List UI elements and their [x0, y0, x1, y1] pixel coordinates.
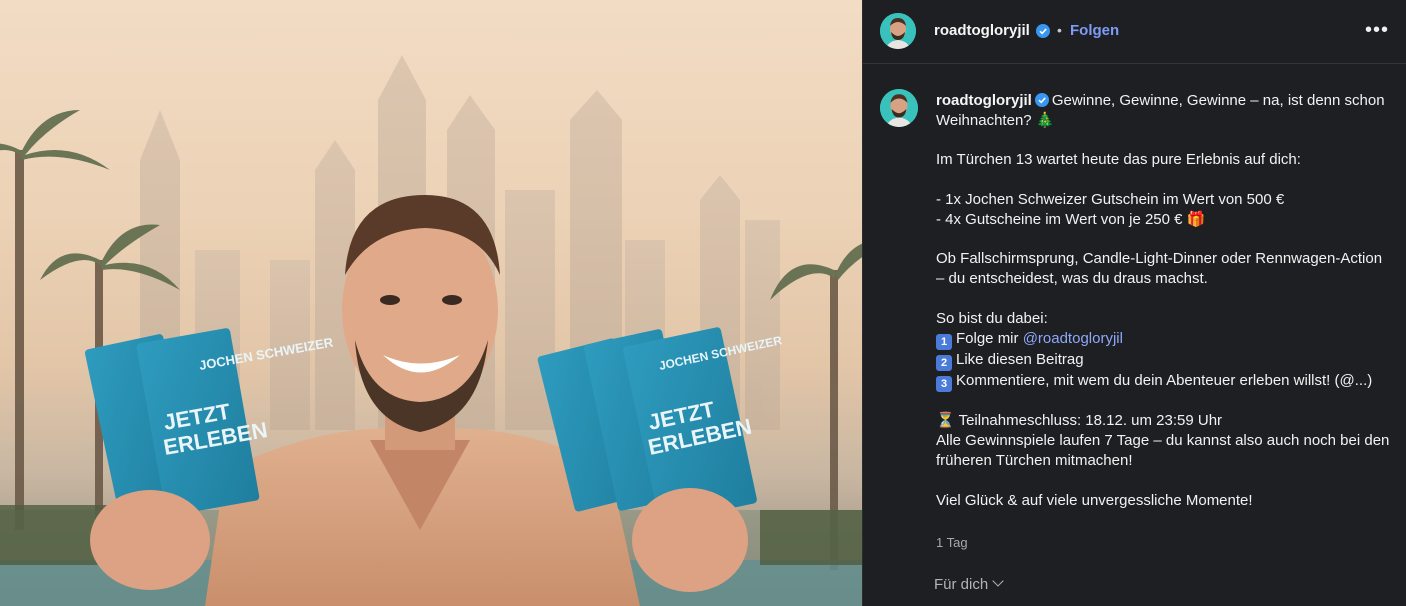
- step-3-text: Kommentiere, mit wem du dein Abenteuer e…: [956, 371, 1373, 389]
- for-you-dropdown[interactable]: Für dich: [934, 575, 1004, 593]
- caption-line-experiences: Ob Fallschirmsprung, Candle-Light-Dinner…: [936, 250, 1383, 288]
- post-timestamp[interactable]: 1 Tag: [936, 535, 968, 550]
- caption-step-3: 3 Kommentiere, mit wem du dein Abenteuer …: [936, 371, 1392, 392]
- avatar-image: [880, 13, 916, 49]
- step-1-text: Folge mir: [956, 329, 1023, 347]
- caption-avatar-image: [880, 89, 918, 127]
- follow-button[interactable]: Folgen: [1070, 22, 1119, 39]
- avatar[interactable]: [880, 13, 916, 49]
- caption-deadline: ⏳ Teilnahmeschluss: 18.12. um 23:59 Uhr: [936, 412, 1223, 430]
- caption-line-howto: So bist du dabei:: [936, 309, 1048, 327]
- for-you-label: Für dich: [934, 576, 989, 593]
- caption-prize-2: - 4x Gutscheine im Wert von je 250 € 🎁: [936, 210, 1206, 228]
- separator-dot: •: [1057, 22, 1062, 38]
- verified-badge-icon: [1036, 24, 1050, 38]
- number-1-icon: 1: [936, 333, 952, 350]
- post-image[interactable]: JOCHEN SCHWEIZER JETZT ERLEBEN JOCHEN SC…: [0, 0, 862, 606]
- caption-line-duration: Alle Gewinnspiele laufen 7 Tage – du kan…: [936, 432, 1390, 469]
- step-2-text: Like diesen Beitrag: [956, 350, 1084, 368]
- caption-line-goodluck: Viel Glück & auf viele unvergessliche Mo…: [936, 491, 1253, 509]
- caption-step-1: 1 Folge mir @roadtogloryjil: [936, 329, 1392, 350]
- mention-link[interactable]: @roadtogloryjil: [1023, 330, 1123, 347]
- caption-line-door: Im Türchen 13 wartet heute das pure Erle…: [936, 151, 1301, 169]
- more-options-icon[interactable]: •••: [1365, 20, 1389, 40]
- post-caption: roadtogloryjil Gewinne, Gewinne, Gewinne …: [936, 91, 1392, 510]
- number-3-icon: 3: [936, 375, 952, 392]
- chevron-down-icon: [992, 575, 1004, 587]
- number-2-icon: 2: [936, 354, 952, 371]
- post-photo-illustration: JOCHEN SCHWEIZER JETZT ERLEBEN JOCHEN SC…: [0, 55, 862, 606]
- caption-verified-badge-icon: [1034, 93, 1049, 107]
- caption-avatar[interactable]: [880, 89, 918, 127]
- caption-prize-1: - 1x Jochen Schweizer Gutschein im Wert …: [936, 190, 1285, 208]
- caption-username[interactable]: roadtogloryjil: [936, 92, 1032, 109]
- caption-step-2: 2 Like diesen Beitrag: [936, 350, 1392, 371]
- post-username[interactable]: roadtogloryjil: [934, 22, 1030, 39]
- post-sidebar: roadtogloryjil • Folgen ••• roadtogloryj…: [862, 0, 1406, 606]
- post-header: roadtogloryjil • Folgen •••: [863, 0, 1406, 64]
